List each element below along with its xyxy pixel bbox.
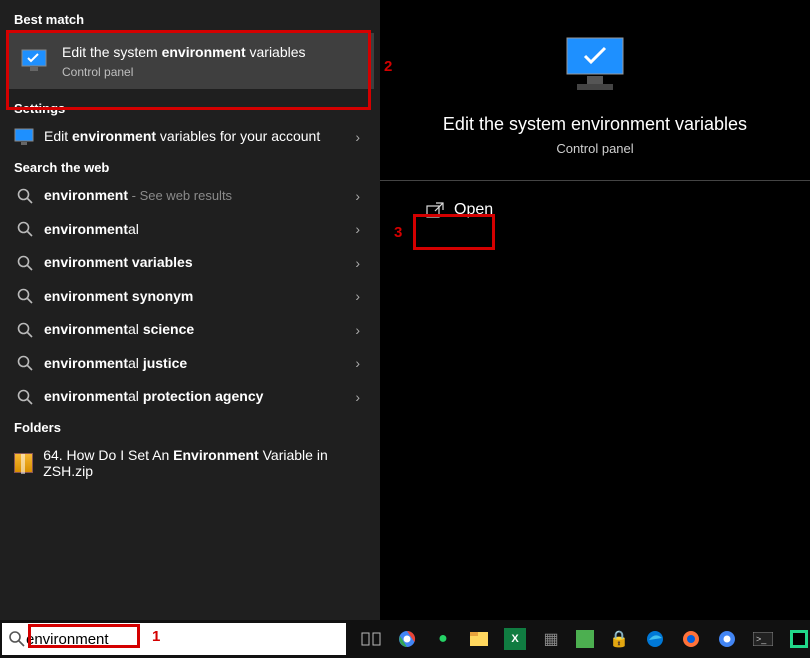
paint-icon[interactable]: ▦: [540, 628, 562, 650]
svg-text:>_: >_: [756, 634, 767, 644]
zip-icon: [14, 453, 33, 473]
web-result-label: environment synonym: [36, 288, 349, 306]
chrome-icon[interactable]: [396, 628, 418, 650]
monitor-check-icon: [20, 48, 50, 74]
section-best-match: Best match: [0, 6, 380, 31]
pycharm-icon[interactable]: [788, 628, 810, 650]
best-match-subtitle: Control panel: [62, 65, 306, 79]
divider: [380, 180, 810, 181]
best-match-title: Edit the system environment variables: [62, 43, 306, 61]
search-icon: [17, 389, 33, 405]
chrome-icon-2[interactable]: [716, 628, 738, 650]
web-result-label: environment variables: [36, 254, 349, 272]
taskbar: ● X ▦ 🔒 >_: [0, 620, 810, 658]
chevron-right-icon: ›: [349, 322, 366, 338]
section-search-web: Search the web: [0, 154, 380, 179]
chevron-right-icon: ›: [349, 129, 366, 145]
search-icon: [17, 188, 33, 204]
settings-result-label: Edit environment variables for your acco…: [36, 128, 349, 146]
search-icon: [17, 355, 33, 371]
best-match-result[interactable]: Edit the system environment variables Co…: [6, 33, 374, 89]
web-result[interactable]: environment - See web results ›: [0, 179, 380, 213]
chevron-right-icon: ›: [349, 389, 366, 405]
web-result-label: environmental science: [36, 321, 349, 339]
camtasia-icon[interactable]: [576, 630, 594, 648]
terminal-icon[interactable]: >_: [752, 628, 774, 650]
whatsapp-icon[interactable]: ●: [432, 628, 454, 650]
explorer-icon[interactable]: [468, 628, 490, 650]
chevron-right-icon: ›: [349, 221, 366, 237]
preview-subtitle: Control panel: [556, 141, 633, 156]
section-folders: Folders: [0, 414, 380, 439]
chevron-right-icon: ›: [349, 288, 366, 304]
web-result-label: environment - See web results: [36, 187, 349, 205]
web-result-label: environmental: [36, 221, 349, 239]
excel-icon[interactable]: X: [504, 628, 526, 650]
web-result-label: environmental justice: [36, 355, 349, 373]
open-label: Open: [454, 201, 493, 219]
web-result[interactable]: environmental justice ›: [0, 347, 380, 381]
open-icon: [426, 202, 444, 218]
search-input[interactable]: [26, 631, 340, 648]
search-icon: [8, 630, 26, 648]
monitor-icon: [14, 128, 36, 146]
chevron-right-icon: ›: [349, 188, 366, 204]
folder-result[interactable]: 64. How Do I Set An Environment Variable…: [0, 439, 380, 487]
web-result[interactable]: environmental ›: [0, 213, 380, 247]
lock-icon[interactable]: 🔒: [608, 628, 630, 650]
chevron-right-icon: ›: [349, 355, 366, 371]
task-view-icon[interactable]: [360, 628, 382, 650]
web-result[interactable]: environmental science ›: [0, 313, 380, 347]
web-result-label: environmental protection agency: [36, 388, 349, 406]
firefox-icon[interactable]: [680, 628, 702, 650]
web-result[interactable]: environmental protection agency ›: [0, 380, 380, 414]
monitor-large-icon: [559, 34, 631, 96]
search-icon: [17, 322, 33, 338]
edge-icon[interactable]: [644, 628, 666, 650]
chevron-right-icon: ›: [349, 255, 366, 271]
search-icon: [17, 221, 33, 237]
settings-result[interactable]: Edit environment variables for your acco…: [0, 120, 380, 154]
search-results-panel: Best match Edit the system environment v…: [0, 0, 380, 620]
search-icon: [17, 255, 33, 271]
folder-result-label: 64. How Do I Set An Environment Variable…: [33, 447, 366, 479]
search-icon: [17, 288, 33, 304]
open-button[interactable]: Open: [416, 195, 503, 225]
preview-title: Edit the system environment variables: [443, 114, 747, 135]
web-result[interactable]: environment synonym ›: [0, 280, 380, 314]
section-settings: Settings: [0, 95, 380, 120]
web-result[interactable]: environment variables ›: [0, 246, 380, 280]
taskbar-search[interactable]: [2, 623, 346, 655]
preview-panel: Edit the system environment variables Co…: [380, 0, 810, 620]
